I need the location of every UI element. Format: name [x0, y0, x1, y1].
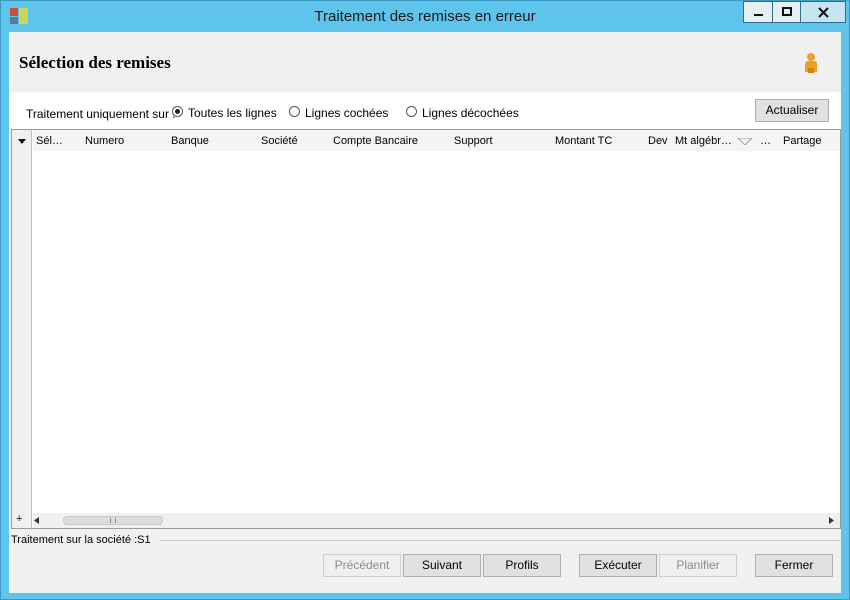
column-header-compte-bancaire[interactable]: Compte Bancaire [333, 135, 418, 147]
column-header-mt-algebrique[interactable]: Mt algébr… [675, 135, 732, 147]
scroll-thumb[interactable] [63, 516, 163, 525]
main-window: Traitement des remises en erreur Sélecti… [0, 0, 850, 600]
column-header-more[interactable]: … [760, 135, 771, 147]
refresh-button[interactable]: Actualiser [755, 99, 829, 122]
title-bar[interactable]: Traitement des remises en erreur [1, 1, 849, 31]
close-icon [818, 7, 829, 18]
radio-checked-lines[interactable]: Lignes cochées [289, 105, 389, 120]
radio-all-lines[interactable]: Toutes les lignes [172, 105, 277, 120]
row-header-column [12, 130, 32, 528]
scroll-left-icon[interactable] [34, 517, 39, 524]
filter-area: Traitement uniquement sur : Toutes les l… [9, 92, 841, 130]
expand-icon[interactable]: + [16, 513, 22, 525]
previous-button[interactable]: Précédent [323, 554, 401, 577]
profiles-button[interactable]: Profils [483, 554, 561, 577]
radio-selected-icon [172, 105, 183, 117]
minimize-icon [754, 14, 763, 16]
column-header-numero[interactable]: Numero [85, 135, 124, 147]
status-divider [159, 540, 841, 541]
column-header-support[interactable]: Support [454, 135, 493, 147]
close-button[interactable]: Fermer [755, 554, 833, 577]
column-header-societe[interactable]: Société [261, 135, 298, 147]
radio-label: Lignes décochées [422, 106, 519, 120]
column-header-banque[interactable]: Banque [171, 135, 209, 147]
radio-label: Lignes cochées [305, 106, 389, 120]
filter-label: Traitement uniquement sur : [26, 107, 176, 121]
chevron-down-icon[interactable] [18, 139, 26, 144]
grid-header: Sél… Numero Banque Société Compte Bancai… [33, 130, 840, 151]
column-header-montant-tc[interactable]: Montant TC [555, 135, 612, 147]
horizontal-scrollbar[interactable] [33, 513, 840, 528]
radio-unselected-icon [406, 105, 417, 117]
column-header-partage[interactable]: Partage [783, 135, 822, 147]
window-title: Traitement des remises en erreur [314, 8, 536, 25]
radio-label: Toutes les lignes [188, 106, 277, 120]
user-icon[interactable] [803, 52, 819, 74]
page-title: Sélection des remises [19, 53, 171, 72]
data-grid[interactable]: Sél… Numero Banque Société Compte Bancai… [11, 129, 841, 529]
radio-unselected-icon [289, 105, 300, 117]
maximize-button[interactable] [772, 1, 801, 23]
minimize-button[interactable] [743, 1, 773, 23]
next-button[interactable]: Suivant [403, 554, 481, 577]
schedule-button[interactable]: Planifier [659, 554, 737, 577]
status-text: Traitement sur la société :S1 [11, 534, 151, 546]
maximize-icon [782, 7, 792, 16]
scroll-right-icon[interactable] [829, 517, 834, 524]
sort-icon[interactable] [738, 138, 752, 145]
client-area: Sélection des remises Traitement uniquem… [9, 32, 841, 593]
column-header-dev[interactable]: Dev [648, 135, 668, 147]
execute-button[interactable]: Exécuter [579, 554, 657, 577]
radio-unchecked-lines[interactable]: Lignes décochées [406, 105, 519, 120]
column-header-selection[interactable]: Sél… [36, 135, 63, 147]
header-band: Sélection des remises [9, 32, 841, 92]
close-window-button[interactable] [800, 1, 846, 23]
grip-icon [110, 518, 116, 523]
